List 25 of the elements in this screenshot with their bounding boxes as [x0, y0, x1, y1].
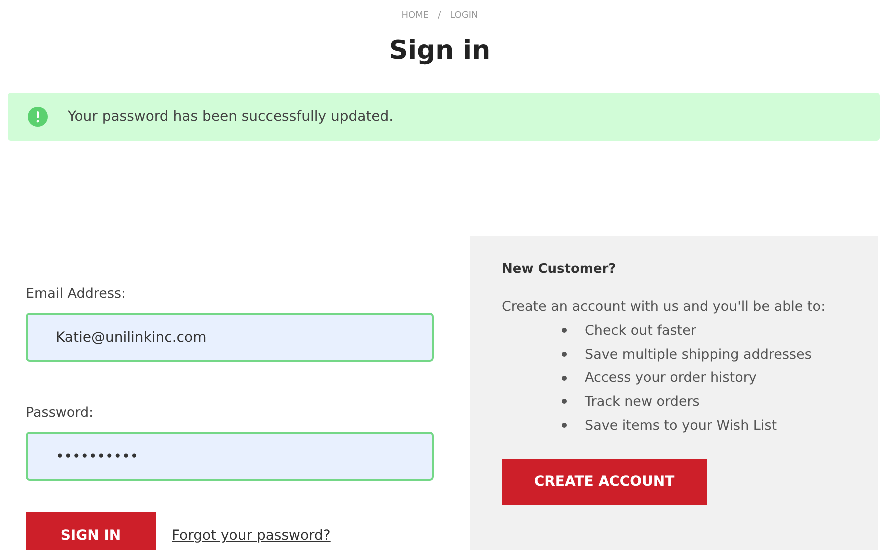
- alert-message: Your password has been successfully updated.: [68, 109, 394, 125]
- input-field[interactable]: ••••••••••: [26, 432, 434, 481]
- bullet-icon: [562, 328, 567, 334]
- benefit-item: Track new orders: [585, 394, 700, 410]
- benefit-item: Access your order history: [585, 370, 757, 386]
- bullet-icon: [562, 423, 567, 428]
- bullet-icon: [562, 352, 567, 358]
- create-account-button[interactable]: CREATE ACCOUNT: [502, 459, 707, 506]
- input-field[interactable]: Katie@unilinkinc.com: [26, 313, 434, 362]
- page-title: Sign in: [388, 35, 492, 67]
- bullet-icon: [562, 399, 567, 404]
- breadcrumb-link[interactable]: HOME: [402, 11, 430, 21]
- bullet-icon: [562, 376, 567, 381]
- field-label: Password:: [26, 405, 95, 421]
- benefit-item: Check out faster: [585, 322, 696, 339]
- panel-heading: New Customer?: [502, 262, 618, 277]
- breadcrumb-link[interactable]: LOGIN: [450, 11, 478, 21]
- exclamation-icon: [28, 107, 48, 127]
- benefit-item: Save multiple shipping addresses: [585, 346, 812, 363]
- intro-text: Create an account with us and you'll be able to:: [502, 299, 827, 315]
- sign-in-button[interactable]: SIGN IN: [26, 512, 156, 550]
- benefit-item: Save items to your Wish List: [585, 418, 778, 434]
- breadcrumb-separator: /: [438, 11, 442, 21]
- forgot-password-link[interactable]: Forgot your password?: [172, 528, 331, 544]
- field-label: Email Address:: [26, 286, 128, 302]
